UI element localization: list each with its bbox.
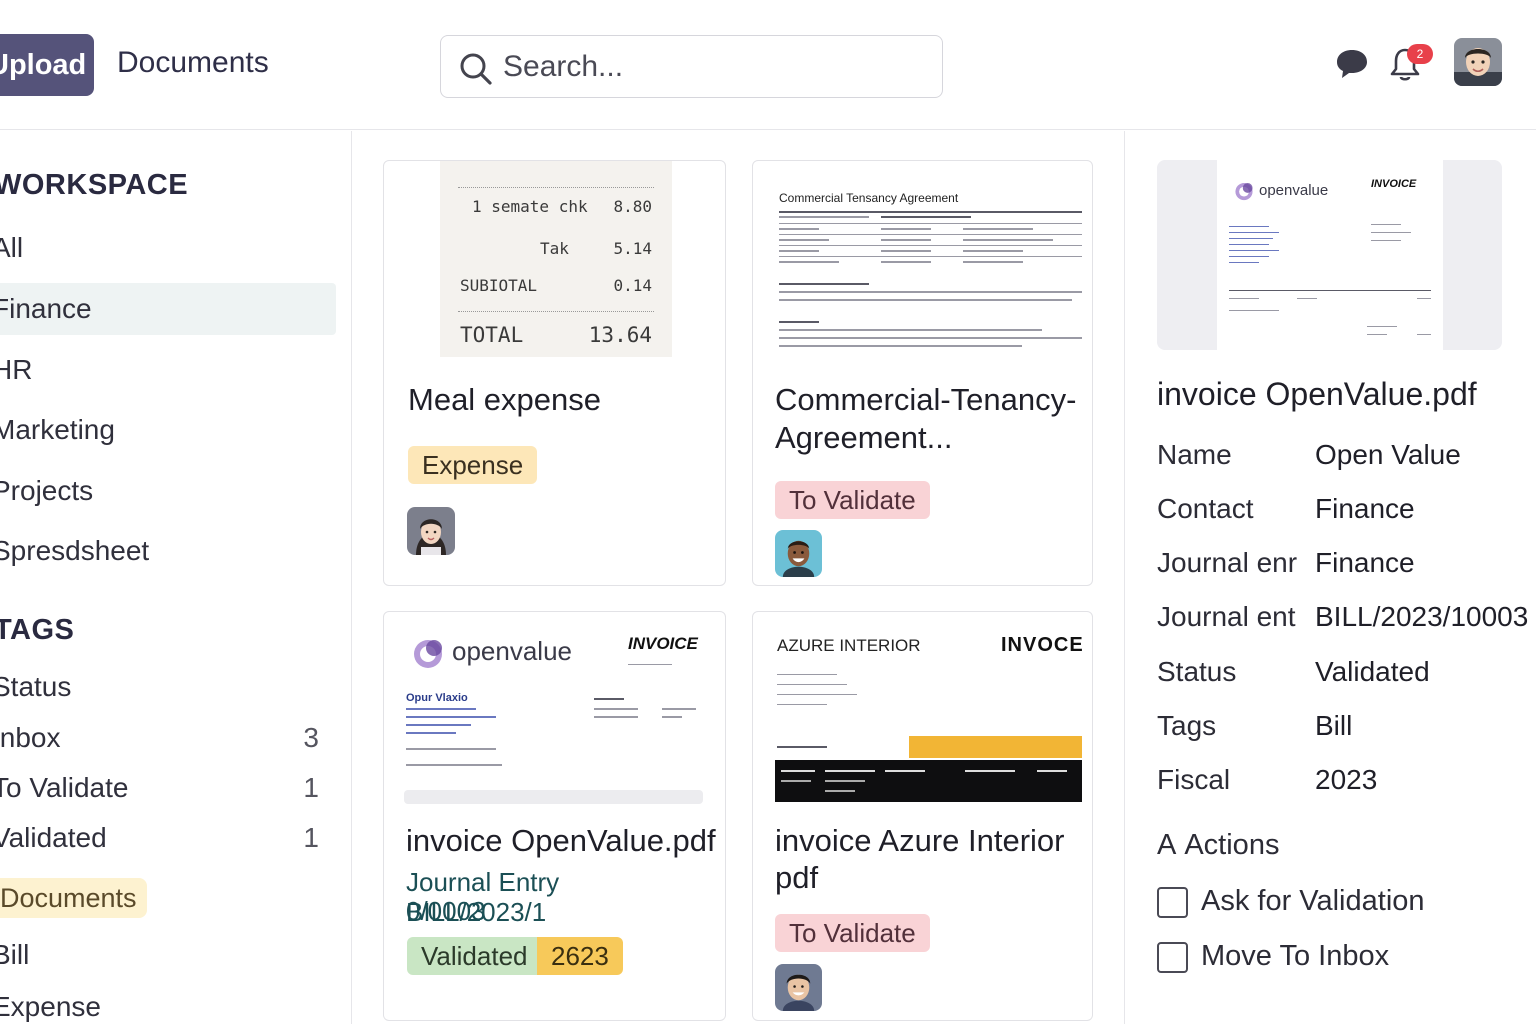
chat-icon[interactable]: [1335, 48, 1369, 80]
notification-badge: 2: [1407, 44, 1433, 64]
status-group-label[interactable]: Status: [0, 671, 71, 703]
thumb-brand: openvalue: [1259, 182, 1329, 199]
field-label-journal-entry: Journal ent: [1157, 601, 1296, 632]
sidebar-item-hr[interactable]: HR: [0, 354, 32, 386]
user-avatar[interactable]: [1454, 38, 1502, 86]
field-value-status[interactable]: Validated: [1315, 656, 1430, 688]
receipt-line-label: Tak: [540, 239, 569, 258]
upload-button[interactable]: Upload: [0, 34, 94, 96]
receipt-thumbnail: 1 semate chk 8.80 Tak 5.14 SUBIOTAL 0.14…: [440, 161, 672, 357]
card-title-line[interactable]: Agreement...: [775, 419, 952, 456]
sidebar-item-spreadsheet[interactable]: Spresdsheet: [0, 535, 149, 567]
inbox-count: 3: [303, 722, 319, 753]
search-box[interactable]: [440, 35, 943, 98]
document-card-invoice-azure[interactable]: AZURE INTERIOR INVOCE invoice Azure Inte…: [752, 611, 1093, 1021]
to-validate-tag[interactable]: To Validate: [775, 481, 930, 519]
field-value-tags[interactable]: Bill: [1315, 710, 1352, 742]
to-validate-count: 1: [303, 772, 319, 803]
actions-icon: A: [1157, 829, 1177, 861]
document-card-meal-expense[interactable]: 1 semate chk 8.80 Tak 5.14 SUBIOTAL 0.14…: [383, 160, 726, 586]
search-icon: [460, 53, 492, 85]
document-preview[interactable]: openvalue INVOICE: [1157, 160, 1502, 350]
preview-customer: Opur Vlaxio: [406, 692, 468, 704]
field-label-fiscal: Fiscal: [1157, 764, 1231, 795]
receipt-total-label: TOTAL: [460, 323, 524, 347]
preview-doc-type: INVOCE: [1001, 634, 1084, 656]
receipt-line-amount: 5.14: [613, 239, 652, 258]
validated-tag[interactable]: Validated: [407, 937, 542, 975]
field-label-tags: Tags: [1157, 710, 1217, 741]
preview-company: AZURE INTERIOR: [777, 636, 921, 655]
invoice-thumbnail: openvalue INVOICE Opur Vlaxio: [404, 628, 715, 808]
field-value-journal[interactable]: Finance: [1315, 547, 1415, 579]
field-value-fiscal[interactable]: 2023: [1315, 764, 1377, 796]
to-validate-tag[interactable]: To Validate: [775, 914, 930, 952]
ask-validation-checkbox[interactable]: [1157, 887, 1188, 918]
receipt-line-label: SUBIOTAL: [460, 276, 538, 295]
card-title-line[interactable]: invoice Azure Interior: [775, 822, 1064, 859]
invoice-thumbnail: AZURE INTERIOR INVOCE: [775, 632, 1084, 802]
field-value-contact[interactable]: Finance: [1315, 493, 1415, 525]
sidebar-item-inbox[interactable]: Inbox: [0, 722, 61, 754]
action-label[interactable]: Move To Inbox: [1201, 940, 1389, 973]
expense-tag[interactable]: Expense: [408, 446, 538, 484]
detail-title: invoice OpenValue.pdf: [1157, 376, 1477, 412]
sidebar-item-bill[interactable]: Bill: [0, 939, 29, 971]
card-title-line[interactable]: pdf: [775, 859, 818, 896]
sidebar-item-all[interactable]: All: [0, 232, 23, 264]
document-detail-panel: openvalue INVOICE invoice OpenValue.pdf …: [1124, 131, 1536, 1024]
field-label-status: Status: [1157, 656, 1237, 687]
sidebar-item-validated[interactable]: Validated: [0, 822, 107, 854]
receipt-line-amount: 8.80: [613, 197, 652, 216]
search-input[interactable]: [503, 46, 923, 88]
sidebar-item-projects[interactable]: Projects: [0, 475, 93, 507]
receipt-total-amount: 13.64: [588, 323, 652, 347]
sidebar-item-to-validate[interactable]: To Validate: [0, 772, 128, 804]
sidebar-item-expense[interactable]: Expense: [0, 991, 101, 1023]
journal-entry-link[interactable]: 0/0003: [406, 896, 706, 927]
agreement-thumbnail: Commercial Tensancy Agreement: [775, 187, 1082, 357]
openvalue-logo-icon: [414, 640, 442, 668]
owner-avatar[interactable]: [407, 507, 455, 555]
workspace-section-title: WORKSPACE: [0, 169, 189, 201]
owner-avatar[interactable]: [775, 530, 822, 577]
card-title[interactable]: invoice OpenValue.pdf: [406, 822, 716, 859]
card-title-line[interactable]: Commercial-Tenancy-: [775, 381, 1076, 418]
field-value-journal-entry[interactable]: BILL/2023/10003: [1315, 601, 1528, 633]
thumb-doc-type: INVOICE: [1371, 178, 1417, 190]
preview-heading: Commercial Tensancy Agreement: [779, 191, 959, 205]
field-label-journal: Journal enr: [1157, 547, 1298, 578]
actions-title: Actions: [1184, 829, 1280, 861]
validated-count: 1: [303, 822, 319, 853]
top-header: Upload Documents 2: [0, 0, 1536, 130]
field-label-contact: Contact: [1157, 493, 1254, 524]
receipt-line-amount: 0.14: [613, 276, 652, 295]
year-tag[interactable]: 2623: [537, 937, 623, 975]
action-label[interactable]: Ask for Validation: [1201, 885, 1425, 918]
card-title[interactable]: Meal expense: [408, 381, 601, 418]
actions-header: A Actions: [1157, 829, 1279, 862]
tags-section-title: TAGS: [0, 614, 75, 646]
document-card-invoice-openvalue[interactable]: openvalue INVOICE Opur Vlaxio invoice Op…: [383, 611, 726, 1021]
move-inbox-checkbox[interactable]: [1157, 942, 1188, 973]
document-card-tenancy-agreement[interactable]: Commercial Tensancy Agreement Commercial…: [752, 160, 1093, 586]
sidebar-item-marketing[interactable]: Marketing: [0, 414, 115, 446]
sidebar: WORKSPACE All Finance HR Marketing Proje…: [0, 131, 352, 1024]
app-title: Documents: [117, 46, 269, 79]
field-label-name: Name: [1157, 439, 1232, 470]
sidebar-item-finance[interactable]: Finance: [0, 283, 336, 335]
openvalue-logo-icon: [1235, 183, 1253, 201]
receipt-line-label: 1 semate chk: [472, 197, 588, 216]
preview-doc-type: INVOICE: [628, 634, 698, 653]
preview-brand: openvalue: [452, 636, 572, 666]
documents-chip[interactable]: Documents: [0, 878, 147, 918]
field-value-name[interactable]: Open Value: [1315, 439, 1461, 471]
owner-avatar[interactable]: [775, 964, 822, 1011]
